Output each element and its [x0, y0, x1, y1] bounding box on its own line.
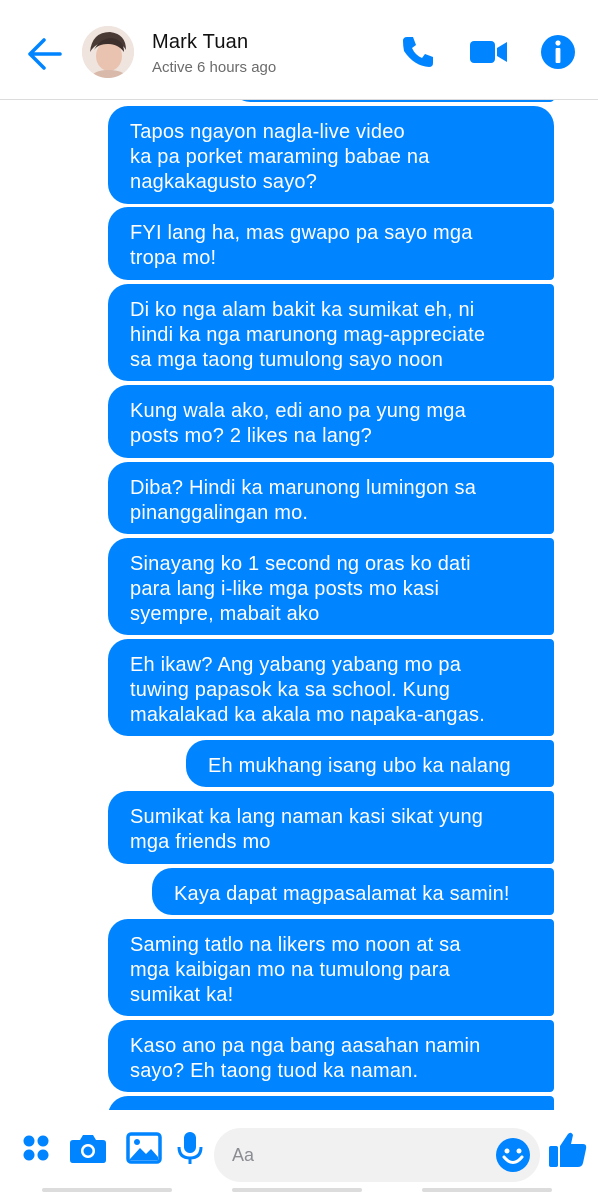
like-button[interactable] [546, 1128, 590, 1172]
gallery-button[interactable] [124, 1128, 164, 1168]
message-bubble[interactable]: Kaso ano pa nga bang aasahan namin sayo?… [108, 1020, 554, 1092]
more-actions-button[interactable] [16, 1128, 56, 1168]
message-list[interactable]: Tapos ngayon nagla-live video ka pa pork… [0, 100, 598, 1110]
avatar[interactable] [82, 26, 134, 78]
camera-button[interactable] [68, 1128, 108, 1168]
back-button[interactable] [22, 32, 66, 76]
message-input[interactable] [232, 1128, 492, 1182]
contact-name: Mark Tuan [152, 31, 249, 53]
thumbs-up-icon [549, 1132, 587, 1167]
video-camera-icon [470, 41, 507, 63]
voice-message-button[interactable] [170, 1128, 210, 1168]
profile-photo [82, 26, 134, 78]
emoji-icon [496, 1138, 530, 1172]
message-bubble[interactable]: Saming tatlo na likers mo noon at sa mga… [108, 919, 554, 1016]
message-composer[interactable] [214, 1128, 540, 1182]
home-indicator-segment [422, 1188, 552, 1192]
active-status: Active 6 hours ago [152, 59, 277, 76]
home-indicator-segment [232, 1188, 362, 1192]
info-button[interactable] [538, 32, 578, 72]
arrow-left-icon [28, 38, 62, 70]
message-bubble[interactable]: Tapos ngayon nagla-live video ka pa pork… [108, 106, 554, 204]
four-dots-icon [23, 1135, 49, 1161]
image-icon [126, 1132, 162, 1164]
message-bubble[interactable]: Di ko nga alam bakit ka sumikat eh, ni h… [108, 284, 554, 381]
message-bubble[interactable]: Kung wala ako, edi ano pa yung mga posts… [108, 385, 554, 458]
message-bubble[interactable]: Diba? Hindi ka marunong lumingon sa pina… [108, 462, 554, 534]
microphone-icon [177, 1132, 203, 1164]
video-call-button[interactable] [468, 32, 508, 72]
composer-bar [0, 1110, 598, 1200]
message-bubble[interactable]: FYI lang ha, mas gwapo pa sayo mga tropa… [108, 207, 554, 280]
camera-icon [70, 1135, 106, 1163]
info-icon [541, 35, 575, 69]
conversation-header: Mark Tuan Active 6 hours ago [0, 0, 598, 100]
message-bubble[interactable]: Sinayang ko 1 second ng oras ko dati par… [108, 538, 554, 635]
message-bubble[interactable]: Eh ikaw? Ang yabang yabang mo pa tuwing … [108, 639, 554, 736]
message-bubble[interactable]: Eh mukhang isang ubo ka nalang [186, 740, 554, 787]
emoji-button[interactable] [494, 1136, 532, 1174]
message-bubble[interactable]: Sumikat ka lang naman kasi sikat yung mg… [108, 791, 554, 864]
phone-icon [403, 37, 433, 67]
message-bubble-partial[interactable] [232, 100, 554, 102]
message-bubble[interactable]: Kaya dapat magpasalamat ka samin! [152, 868, 554, 915]
call-button[interactable] [398, 32, 438, 72]
message-bubble-partial[interactable] [108, 1096, 554, 1110]
home-indicator-segment [42, 1188, 172, 1192]
